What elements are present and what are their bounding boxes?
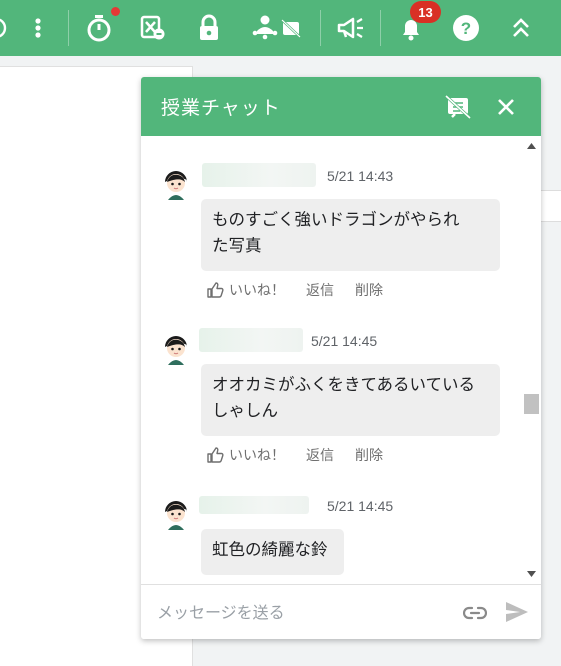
partial-circle-icon[interactable] [0, 0, 10, 56]
scroll-up-arrow-icon[interactable] [527, 143, 536, 149]
reply-button[interactable]: 返信 [306, 280, 334, 300]
help-icon[interactable]: ? [450, 0, 482, 56]
close-icon [498, 99, 514, 115]
more-vert-icon[interactable] [26, 0, 50, 56]
message-timestamp: 5/21 14:45 [311, 333, 378, 349]
message-timestamp: 5/21 14:43 [327, 168, 394, 184]
like-label: いいね！ [229, 283, 285, 299]
lock-icon[interactable] [194, 0, 224, 56]
author-name-redacted [202, 163, 316, 187]
like-button[interactable]: いいね！ [207, 280, 285, 300]
message-text-line: た写真 [212, 236, 262, 255]
presenter-chat-off-icon[interactable] [246, 0, 306, 56]
student-avatar-icon [165, 501, 187, 530]
svg-text:?: ? [461, 19, 471, 38]
like-button[interactable]: いいね！ [207, 445, 285, 465]
chat-disable-icon[interactable] [443, 92, 473, 122]
message-text-line: 虹色の綺麗な鈴 [212, 540, 328, 559]
scroll-down-arrow-icon[interactable] [527, 571, 536, 577]
message-timestamp: 5/21 14:45 [327, 498, 394, 514]
class-chat-panel: 授業チャット 5/21 14:43 ものすごく強いドラゴンがやられ た写真 いい… [141, 77, 541, 639]
attach-link-button[interactable] [461, 599, 489, 627]
send-icon [506, 602, 528, 622]
author-name-redacted [199, 328, 303, 352]
link-icon [463, 606, 487, 620]
message-input[interactable] [155, 595, 459, 629]
thumbs-up-icon [207, 447, 224, 463]
chat-title: 授業チャット [161, 97, 281, 119]
message-bubble: ものすごく強いドラゴンがやられ た写真 [201, 199, 500, 271]
close-chat-button[interactable] [491, 92, 521, 122]
reply-button[interactable]: 返信 [306, 445, 334, 465]
timer-alert-dot [111, 7, 120, 16]
message-text-line: ものすごく強いドラゴンがやられ [212, 210, 460, 229]
scrollbar-thumb[interactable] [524, 394, 539, 414]
collapse-up-icon[interactable] [506, 0, 536, 56]
notification-badge: 13 [410, 1, 441, 23]
hide-video-icon[interactable] [138, 0, 168, 56]
delete-button[interactable]: 削除 [355, 280, 383, 300]
message-bubble: オオカミがふくをきてあるいている しゃしん [201, 364, 500, 436]
message-composer [141, 584, 541, 639]
like-label: いいね！ [229, 448, 285, 464]
message-actions: いいね！ 返信 削除 [207, 280, 383, 300]
thumbs-up-icon [207, 282, 224, 298]
message-bubble: 虹色の綺麗な鈴 [201, 529, 344, 575]
chat-header: 授業チャット [141, 77, 541, 136]
right-background-strip [541, 56, 561, 665]
message-actions: いいね！ 返信 削除 [207, 445, 383, 465]
megaphone-icon[interactable] [334, 0, 368, 56]
delete-button[interactable]: 削除 [355, 445, 383, 465]
background-card-edge [541, 190, 561, 222]
timer-icon[interactable] [84, 0, 114, 56]
student-avatar-icon [165, 171, 187, 200]
message-text-line: オオカミがふくをきてあるいている [212, 375, 476, 394]
message-text-line: しゃしん [212, 401, 278, 420]
send-button[interactable] [503, 598, 531, 626]
message-list[interactable]: 5/21 14:43 ものすごく強いドラゴンがやられ た写真 いいね！ 返信 削… [141, 136, 521, 584]
author-name-redacted [199, 496, 309, 514]
top-toolbar: 13 ? [0, 0, 561, 56]
message-scrollbar[interactable] [521, 136, 541, 584]
student-avatar-icon [165, 336, 187, 365]
